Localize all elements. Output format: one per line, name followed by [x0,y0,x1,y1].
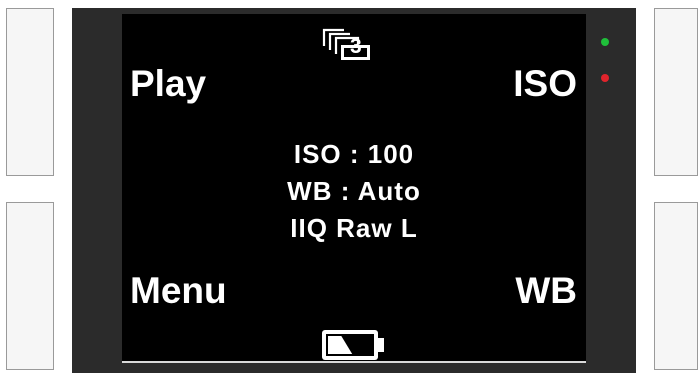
white-balance-status: WB : Auto [287,176,421,206]
status-led-green [601,38,609,46]
image-stack-count: 3 [350,35,362,58]
file-format-status: IIQ Raw L [290,213,418,243]
status-led-red [601,74,609,82]
softkey-label-menu[interactable]: Menu [130,271,227,311]
iso-status: ISO : 100 [293,139,415,169]
softkey-label-iso[interactable]: ISO [513,64,577,104]
battery-icon [322,330,384,360]
camera-lcd-screen: 3 Play ISO ISO : 100 WB : Auto IIQ Raw L… [122,14,586,363]
top-left-hardware-button[interactable] [6,8,54,176]
softkey-label-play[interactable]: Play [130,64,206,104]
bottom-right-hardware-button[interactable] [654,202,698,370]
bottom-left-hardware-button[interactable] [6,202,54,370]
top-right-hardware-button[interactable] [654,8,698,176]
softkey-label-wb[interactable]: WB [515,271,577,311]
